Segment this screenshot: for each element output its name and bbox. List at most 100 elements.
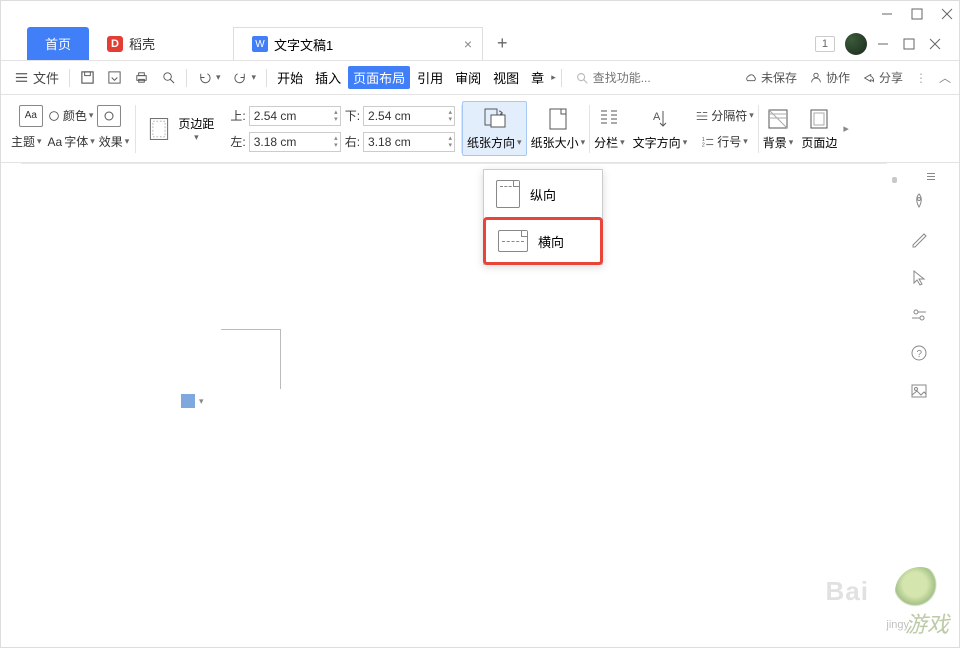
- effect-button[interactable]: 效果▾: [99, 133, 130, 150]
- side-rail: ?: [899, 169, 939, 401]
- page-border-button[interactable]: 页面边: [797, 102, 841, 155]
- tab-daoke-label: 稻壳: [129, 34, 155, 53]
- save-button[interactable]: [75, 67, 100, 88]
- svg-text:A: A: [653, 111, 661, 123]
- paper-size-icon: [545, 106, 571, 132]
- scrollbar-thumb[interactable]: [892, 177, 897, 183]
- os-minimize-button[interactable]: [881, 8, 893, 20]
- breaks-button[interactable]: 分隔符▾: [695, 107, 754, 124]
- margin-bottom-input[interactable]: 2.54 cm▴▾: [363, 106, 455, 126]
- page-border-icon: [806, 106, 832, 132]
- redo-button[interactable]: ▾: [228, 67, 262, 88]
- hamburger-icon[interactable]: 文件: [9, 65, 64, 90]
- collapse-ribbon-button[interactable]: ︿: [939, 69, 951, 86]
- tab-home[interactable]: 首页: [27, 27, 89, 60]
- ribbon: Aa 颜色▾ 主题▾ Aa 字体▾ 效果▾ 页边距▾ 上:2.54 cm▴▾ 下…: [1, 95, 959, 163]
- search-box[interactable]: [567, 71, 671, 85]
- rail-help-icon[interactable]: ?: [909, 343, 929, 363]
- os-maximize-button[interactable]: [911, 8, 923, 20]
- document-canvas[interactable]: ▾: [21, 163, 887, 637]
- tab-home-label: 首页: [45, 34, 71, 53]
- theme-button[interactable]: 主题▾: [11, 133, 42, 150]
- orientation-icon: [481, 106, 507, 132]
- cloud-icon: [744, 71, 758, 85]
- margin-bottom-label: 下:: [345, 107, 360, 124]
- effect-icon-box[interactable]: [97, 105, 121, 127]
- font-button[interactable]: Aa 字体▾: [48, 133, 95, 150]
- paper-size-button[interactable]: 纸张大小▾: [527, 102, 590, 155]
- menu-review[interactable]: 审阅: [450, 66, 486, 89]
- portrait-icon: [496, 180, 520, 208]
- ribbon-group-margin-inputs: 上:2.54 cm▴▾ 下:2.54 cm▴▾ 左:3.18 cm▴▾ 右:3.…: [224, 95, 461, 162]
- ribbon-group-theme: Aa 颜色▾ 主题▾ Aa 字体▾ 效果▾: [5, 95, 135, 162]
- line-number-button[interactable]: 12行号▾: [701, 133, 748, 150]
- margin-left-label: 左:: [230, 133, 245, 150]
- portrait-label: 纵向: [530, 185, 556, 204]
- page-indicator[interactable]: 1: [815, 36, 835, 52]
- orientation-landscape-item[interactable]: 横向: [483, 217, 603, 265]
- text-direction-button[interactable]: A 文字方向▾: [629, 102, 692, 155]
- app-minimize-button[interactable]: [877, 38, 889, 50]
- tab-new-button[interactable]: +: [483, 27, 522, 60]
- person-icon: [809, 71, 823, 85]
- background-icon: [765, 106, 791, 132]
- orientation-dropdown: 纵向 横向: [483, 169, 603, 265]
- os-close-button[interactable]: [941, 8, 953, 20]
- tab-document[interactable]: W 文字文稿1 ×: [233, 27, 483, 60]
- menu-view[interactable]: 视图: [488, 66, 524, 89]
- page-margin-button[interactable]: 页边距▾: [142, 111, 218, 147]
- menu-references[interactable]: 引用: [412, 66, 448, 89]
- paste-options-caret[interactable]: ▾: [199, 396, 204, 407]
- menu-page-layout[interactable]: 页面布局: [348, 66, 410, 89]
- rail-rocket-icon[interactable]: [909, 191, 929, 211]
- tab-daoke[interactable]: D 稻壳: [89, 27, 173, 60]
- columns-button[interactable]: 分栏▾: [590, 102, 629, 155]
- svg-text:?: ?: [917, 349, 923, 360]
- menu-bar: 文件 ▾ ▾ 开始 插入 页面布局 引用 审阅 视图 章 ▸ 未保存 协作 分享…: [1, 61, 959, 95]
- more-button[interactable]: ⋮: [915, 71, 927, 85]
- margin-top-label: 上:: [230, 107, 245, 124]
- share-icon: [862, 71, 876, 85]
- os-titlebar: [1, 1, 959, 27]
- margin-top-input[interactable]: 2.54 cm▴▾: [249, 106, 341, 126]
- rail-image-icon[interactable]: [909, 381, 929, 401]
- breaks-icon: [695, 109, 709, 123]
- unsaved-button[interactable]: 未保存: [744, 69, 797, 86]
- app-maximize-button[interactable]: [903, 38, 915, 50]
- save-as-button[interactable]: [102, 67, 127, 88]
- margin-right-label: 右:: [345, 133, 360, 150]
- collab-button[interactable]: 协作: [809, 69, 850, 86]
- theme-icon[interactable]: Aa: [19, 105, 43, 127]
- share-button[interactable]: 分享: [862, 69, 903, 86]
- search-input[interactable]: [593, 71, 663, 85]
- watermark-baidu: Bai: [826, 576, 869, 607]
- menu-insert[interactable]: 插入: [310, 66, 346, 89]
- watermark-main: 游戏: [905, 607, 949, 639]
- rail-settings-icon[interactable]: [909, 305, 929, 325]
- orientation-portrait-item[interactable]: 纵向: [484, 170, 602, 218]
- ribbon-group-margins: 页边距▾: [136, 95, 224, 162]
- print-preview-button[interactable]: [156, 67, 181, 88]
- paste-options-icon[interactable]: [181, 394, 195, 408]
- orientation-button[interactable]: 纸张方向▾: [462, 101, 527, 156]
- color-button[interactable]: 颜色▾: [47, 107, 94, 124]
- menu-chapter[interactable]: 章: [526, 66, 549, 89]
- page-margin-icon: [146, 116, 172, 142]
- menu-start[interactable]: 开始: [272, 66, 308, 89]
- background-button[interactable]: 背景▾: [759, 102, 798, 155]
- margin-right-input[interactable]: 3.18 cm▴▾: [363, 132, 455, 152]
- rail-cursor-icon[interactable]: [909, 267, 929, 287]
- columns-icon: [596, 106, 622, 132]
- daoke-icon: D: [107, 36, 123, 52]
- tab-close-button[interactable]: ×: [464, 36, 472, 52]
- text-direction-icon: A: [647, 106, 673, 132]
- undo-button[interactable]: ▾: [192, 67, 226, 88]
- rail-pencil-icon[interactable]: [909, 229, 929, 249]
- user-avatar[interactable]: [845, 33, 867, 55]
- menu-overflow-icon[interactable]: ▸: [551, 72, 556, 83]
- app-close-button[interactable]: [929, 38, 941, 50]
- print-button[interactable]: [129, 67, 154, 88]
- margin-left-input[interactable]: 3.18 cm▴▾: [249, 132, 341, 152]
- ribbon-overflow-icon[interactable]: ▸: [843, 122, 849, 135]
- landscape-icon: [498, 230, 528, 252]
